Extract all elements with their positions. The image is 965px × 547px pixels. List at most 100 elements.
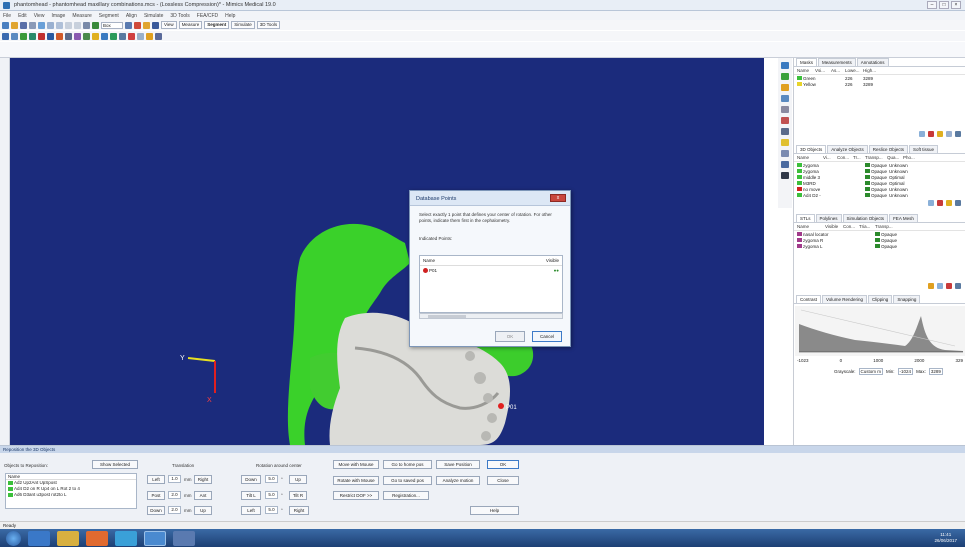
chrome-icon[interactable] [115,530,137,546]
file-explorer-icon[interactable] [57,530,79,546]
copy-icon[interactable] [47,21,54,29]
menu-simulate[interactable]: Simulate [144,13,163,19]
open-folder-icon[interactable] [11,21,18,29]
objects-list[interactable]: Name Ad2 Up2Ant UpSpost Ad4 D2 on R Up4 … [5,473,137,509]
layout-icon[interactable] [134,21,141,29]
tab-3d-tools[interactable]: 3D Tools [256,21,281,29]
col-name[interactable]: Name [797,68,815,73]
translate-lr-input[interactable]: 1.0 [168,475,181,483]
min-input[interactable]: -1024 [897,368,914,375]
grayscale-select[interactable]: Custom m [858,368,884,375]
col-visible[interactable]: Vi... [823,155,837,160]
menu-align[interactable]: Align [126,13,137,19]
edit-mask-icon[interactable] [65,32,72,40]
cavity-fill-icon[interactable] [83,32,90,40]
rotate-pitch-input[interactable]: 5.0 [265,475,278,483]
stl-row[interactable]: zygoma L Opaque [794,243,965,249]
tab-3d-objects[interactable]: 3D Objects [796,145,827,153]
properties-icon[interactable] [946,131,952,137]
pan-icon[interactable] [92,21,99,29]
tab-view[interactable]: View [161,21,177,29]
translate-right-button[interactable]: Right [194,475,212,484]
restrict-dof-button[interactable]: Restrict DOF >> [333,491,379,500]
visible-glasses-icon[interactable]: ●● [554,268,559,273]
selection-shape-combo[interactable]: Box [101,21,123,29]
tab-volume-rendering[interactable]: Volume Rendering [822,295,868,303]
tab-polylines[interactable]: Polylines [815,214,842,222]
smart-fill-icon[interactable] [74,32,81,40]
morphology-icon[interactable] [47,32,54,40]
close-window-button[interactable]: × [951,1,961,9]
tab-snapping[interactable]: Snapping [893,295,921,303]
point-row[interactable]: P01 ●● [420,266,562,275]
new-project-icon[interactable] [2,21,9,29]
dialog-close-button[interactable]: x [550,194,566,202]
threshold-icon[interactable] [2,32,9,40]
start-button-icon[interactable] [6,530,21,546]
translate-ud-input[interactable]: 2.0 [168,506,181,514]
rotate-right-button[interactable]: Right [289,506,309,515]
col-name[interactable]: Name [797,224,825,229]
max-input[interactable]: 3289 [928,368,943,375]
col-visible[interactable]: Visible [546,258,559,263]
col-triangles[interactable]: Tr... [853,155,865,160]
duplicate-mask-icon[interactable] [937,131,943,137]
object-properties-icon[interactable] [955,200,961,206]
go-to-saved-button[interactable]: Go to saved pos [383,476,432,485]
color-tool-icon[interactable] [781,84,789,91]
help-topic-icon[interactable] [155,32,162,40]
tilt-right-button[interactable]: Tilt R [289,491,307,500]
col-higher[interactable]: High... [863,68,881,73]
paste-icon[interactable] [56,21,63,29]
reposition-close-button[interactable]: Close [487,476,519,485]
3d-viewport[interactable]: P01 Y X [10,58,764,445]
reposition-help-button[interactable]: Help [470,506,519,515]
crop-mask-icon[interactable] [38,32,45,40]
reduce-icon[interactable] [128,32,135,40]
registration-button[interactable]: Registration... [383,491,429,500]
menu-measure[interactable]: Measure [72,13,91,19]
smooth-icon[interactable] [119,32,126,40]
go-to-home-button[interactable]: Go to home pos [383,460,432,469]
rotate-tool-icon[interactable] [781,117,789,124]
calculate-3d-icon[interactable] [92,32,99,40]
move-tool-icon[interactable] [781,128,789,135]
delete-stl-icon[interactable] [946,283,952,289]
print-icon[interactable] [29,21,36,29]
translate-ant-button[interactable]: Ant [194,491,212,500]
mask-row[interactable]: Yellow 226 3289 [794,81,965,87]
contrast-histogram[interactable]: -1023 0 1000 2000 329 [794,304,965,366]
menu-3d-tools[interactable]: 3D Tools [170,13,189,19]
tab-measurements[interactable]: Measurements [818,58,856,66]
internet-explorer-icon[interactable] [28,530,50,546]
col-quality[interactable]: Qua... [887,155,903,160]
col-name[interactable]: Name [797,155,823,160]
translate-ap-input[interactable]: 2.0 [168,491,181,499]
col-lower[interactable]: Lowe... [845,68,863,73]
indicated-points-list[interactable]: Name Visible P01 ●● [419,255,563,313]
rotate-left-button[interactable]: Left [241,506,261,515]
tab-annotations[interactable]: Annotations [856,58,889,66]
tilt-left-button[interactable]: Tilt L [241,491,261,500]
tab-soft-tissue[interactable]: Soft tissue [909,145,939,153]
move-with-mouse-button[interactable]: Move with Mouse [333,460,379,469]
analyze-motion-button[interactable]: Analyze motion [436,476,480,485]
capture-icon[interactable] [143,21,150,29]
menu-segment[interactable]: Segment [99,13,119,19]
reposition-ok-button[interactable]: OK [487,460,519,469]
col-as[interactable]: As... [831,68,845,73]
scroll-thumb[interactable] [428,315,466,318]
tab-simulation-objects[interactable]: Simulation Objects [842,214,889,222]
rotate-roll-input[interactable]: 5.0 [265,491,278,499]
tab-clipping[interactable]: Clipping [868,295,893,303]
annotate-icon[interactable] [146,32,153,40]
delete-mask-icon[interactable] [928,131,934,137]
dynamic-region-icon[interactable] [20,32,27,40]
save-icon[interactable] [20,21,27,29]
maximize-button[interactable]: □ [939,1,949,9]
rotate-down-button[interactable]: Down [241,475,261,484]
tab-measure[interactable]: Measure [178,21,203,29]
reference-point-p01[interactable] [498,403,504,409]
rotate-up-button[interactable]: Up [289,475,307,484]
view-tool-icon[interactable] [781,95,789,102]
